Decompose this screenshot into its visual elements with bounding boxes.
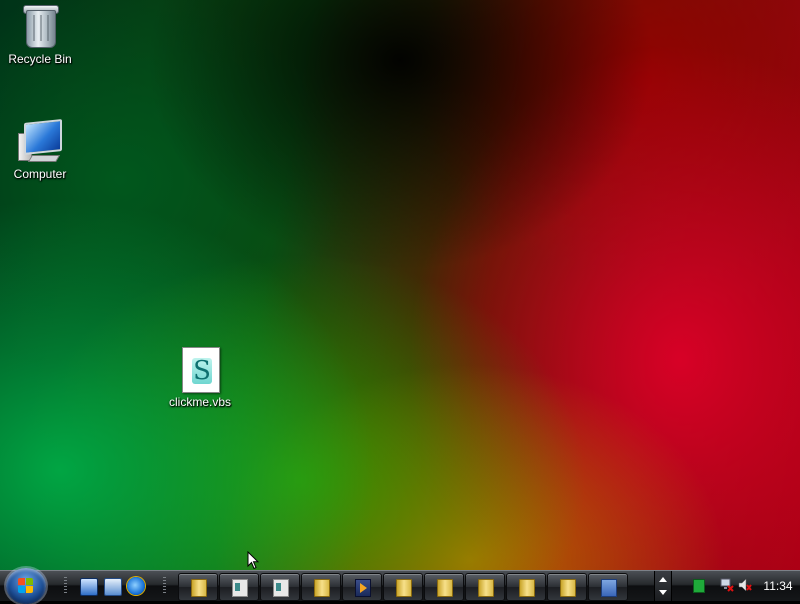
scroll-up-icon[interactable] <box>659 577 667 582</box>
green-status-icon[interactable] <box>693 579 705 593</box>
folder-icon <box>519 579 535 597</box>
window-icon <box>273 579 289 597</box>
switch-windows-icon[interactable] <box>104 578 122 596</box>
taskbar-button-folder-2[interactable] <box>301 573 341 601</box>
recycle-bin-label: Recycle Bin <box>8 52 72 66</box>
folder-icon <box>191 579 207 597</box>
scroll-down-icon[interactable] <box>659 590 667 595</box>
computer-label: Computer <box>13 167 67 181</box>
network-disconnected-icon[interactable] <box>720 578 734 592</box>
taskbar-button-folder-7[interactable] <box>547 573 587 601</box>
clickme-vbs-label: clickme.vbs <box>168 395 231 409</box>
system-clock[interactable]: 11:34 <box>759 571 797 601</box>
taskbar-button-folder-4[interactable] <box>424 573 464 601</box>
recycle-bin-shortcut[interactable]: Recycle Bin <box>0 2 80 66</box>
folder-icon <box>478 579 494 597</box>
taskbar-button-control-panel[interactable] <box>588 573 628 601</box>
vbs-script-file-icon: S <box>176 345 224 393</box>
taskbar-button-media-player[interactable] <box>342 573 382 601</box>
taskbar-button-folder-3[interactable] <box>383 573 423 601</box>
folder-icon <box>396 579 412 597</box>
internet-explorer-icon[interactable] <box>127 577 145 595</box>
taskbar-button-window-1[interactable] <box>219 573 259 601</box>
computer-shortcut[interactable]: Computer <box>0 117 80 181</box>
show-desktop-icon[interactable] <box>80 578 98 596</box>
volume-muted-icon[interactable] <box>738 578 752 592</box>
folder-icon <box>437 579 453 597</box>
taskbar-grip[interactable] <box>64 577 67 595</box>
taskbar: 11:34 <box>0 568 800 604</box>
taskbar-button-folder-5[interactable] <box>465 573 505 601</box>
taskbar-button-folder-6[interactable] <box>506 573 546 601</box>
taskbar-grip-2[interactable] <box>163 577 166 595</box>
window-icon <box>232 579 248 597</box>
start-button[interactable] <box>6 568 46 604</box>
mouse-cursor-icon <box>247 551 259 570</box>
media-player-icon <box>355 579 371 597</box>
folder-icon <box>560 579 576 597</box>
taskbar-button-window-2[interactable] <box>260 573 300 601</box>
control-panel-icon <box>601 579 617 597</box>
windows-start-orb-icon <box>18 578 34 594</box>
taskbar-button-folder-1[interactable] <box>178 573 218 601</box>
recycle-bin-icon <box>16 2 64 50</box>
taskbar-scroll[interactable] <box>654 571 672 601</box>
computer-icon <box>16 117 64 165</box>
desktop[interactable]: Recycle Bin Computer S clickme.vbs <box>0 0 800 570</box>
folder-icon <box>314 579 330 597</box>
clickme-vbs-file[interactable]: S clickme.vbs <box>160 345 240 409</box>
